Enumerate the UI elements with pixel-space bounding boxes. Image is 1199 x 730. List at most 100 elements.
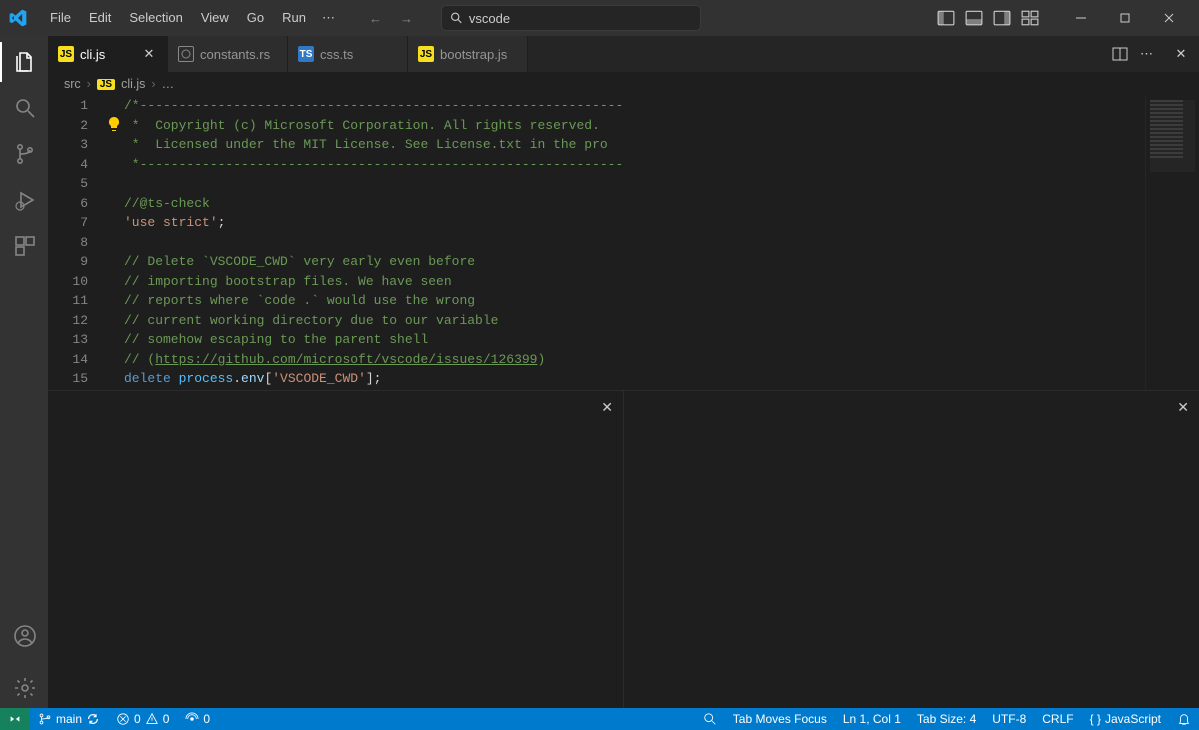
editor-toolbar: ⋯ (1102, 36, 1163, 72)
menu-go[interactable]: Go (239, 6, 272, 30)
code-line[interactable]: // current working directory due to our … (106, 311, 1145, 331)
tab-moves-status[interactable]: Tab Moves Focus (725, 712, 835, 726)
error-icon (116, 712, 130, 726)
tab-bootstrap-js[interactable]: JS bootstrap.js (408, 36, 528, 72)
tab-label: css.ts (320, 47, 353, 62)
layout-sidebar-right-icon[interactable] (993, 9, 1011, 27)
encoding-label: UTF-8 (992, 712, 1026, 726)
nav-forward-button[interactable]: → (396, 9, 417, 28)
activity-explorer[interactable] (0, 42, 48, 82)
chevron-right-icon: › (151, 77, 155, 91)
tab-label: cli.js (80, 47, 105, 62)
code-line[interactable]: //@ts-check (106, 194, 1145, 214)
code-line[interactable]: // (https://github.com/microsoft/vscode/… (106, 350, 1145, 370)
menu-selection[interactable]: Selection (121, 6, 190, 30)
activity-extensions[interactable] (0, 226, 48, 266)
code-area[interactable]: /*--------------------------------------… (106, 96, 1145, 390)
ports-count: 0 (203, 712, 210, 726)
layout-panel-icon[interactable] (965, 9, 983, 27)
extensions-icon (13, 234, 37, 258)
encoding[interactable]: UTF-8 (984, 712, 1034, 726)
git-branch-icon (13, 142, 37, 166)
activity-source-control[interactable] (0, 134, 48, 174)
tab-css-ts[interactable]: TS css.ts (288, 36, 408, 72)
code-line[interactable]: delete process.env['VSCODE_CWD']; (106, 369, 1145, 389)
command-center[interactable] (441, 5, 701, 31)
tab-cli-js[interactable]: JS cli.js ✕ (48, 36, 168, 72)
problems-status[interactable]: 0 0 (108, 708, 177, 730)
nav-back-button[interactable]: ← (365, 9, 386, 28)
tab-size[interactable]: Tab Size: 4 (909, 712, 984, 726)
braces-icon: { } (1090, 712, 1101, 726)
broadcast-icon (185, 712, 199, 726)
menu-edit[interactable]: Edit (81, 6, 119, 30)
feedback-status[interactable] (695, 712, 725, 726)
line-number: 12 (48, 311, 106, 331)
language-mode[interactable]: { } JavaScript (1082, 712, 1169, 726)
ts-file-icon: TS (298, 46, 314, 62)
panel-close-button[interactable]: ✕ (1177, 399, 1189, 416)
minimap[interactable] (1145, 96, 1199, 390)
activity-settings[interactable] (0, 668, 48, 708)
crumb-folder[interactable]: src (64, 77, 81, 91)
activity-debug[interactable] (0, 180, 48, 220)
search-icon (450, 11, 463, 25)
crumb-more[interactable]: … (162, 77, 175, 91)
code-line[interactable]: *---------------------------------------… (106, 155, 1145, 175)
remote-icon (8, 712, 22, 726)
code-line[interactable] (106, 233, 1145, 253)
code-line[interactable]: // Delete `VSCODE_CWD` very early even b… (106, 252, 1145, 272)
code-line[interactable]: // somehow escaping to the parent shell (106, 330, 1145, 350)
search-icon (13, 96, 37, 120)
code-line[interactable]: * Licensed under the MIT License. See Li… (106, 135, 1145, 155)
line-number: 15 (48, 369, 106, 389)
search-input[interactable] (469, 11, 692, 26)
line-number: 8 (48, 233, 106, 253)
menu-overflow[interactable]: ⋯ (316, 6, 341, 30)
minimize-button[interactable] (1059, 0, 1103, 36)
menu-file[interactable]: File (42, 6, 79, 30)
code-line[interactable]: * Copyright (c) Microsoft Corporation. A… (106, 116, 1145, 136)
branch-name: main (56, 712, 82, 726)
ports-status[interactable]: 0 (177, 708, 218, 730)
close-window-button[interactable] (1147, 0, 1191, 36)
tab-constants-rs[interactable]: constants.rs (168, 36, 288, 72)
layout-customize-icon[interactable] (1021, 9, 1039, 27)
menu-run[interactable]: Run (274, 6, 314, 30)
activity-accounts[interactable] (0, 616, 48, 656)
code-editor[interactable]: 123456789101112131415 /*----------------… (48, 96, 1199, 390)
notifications-button[interactable] (1169, 712, 1199, 726)
code-line[interactable]: /*--------------------------------------… (106, 96, 1145, 116)
tab-label: constants.rs (200, 47, 270, 62)
warning-count: 0 (163, 712, 170, 726)
line-number: 3 (48, 135, 106, 155)
language-label: JavaScript (1105, 712, 1161, 726)
breadcrumbs[interactable]: src › JS cli.js › … (48, 72, 1199, 96)
tab-close-button[interactable]: ✕ (141, 46, 157, 62)
panel-area: ✕ ✕ (48, 390, 1199, 708)
menu-view[interactable]: View (193, 6, 237, 30)
line-number: 6 (48, 194, 106, 214)
person-icon (13, 624, 37, 648)
activity-search[interactable] (0, 88, 48, 128)
split-editor-icon[interactable] (1112, 46, 1128, 62)
search-icon (703, 712, 717, 726)
code-line[interactable]: // importing bootstrap files. We have se… (106, 272, 1145, 292)
crumb-file[interactable]: cli.js (121, 77, 145, 91)
more-actions-icon[interactable]: ⋯ (1140, 46, 1153, 62)
line-number: 11 (48, 291, 106, 311)
code-line[interactable]: 'use strict'; (106, 213, 1145, 233)
remote-button[interactable] (0, 708, 30, 730)
eol-label: CRLF (1042, 712, 1073, 726)
lightbulb-icon[interactable] (106, 116, 122, 132)
maximize-button[interactable] (1103, 0, 1147, 36)
cursor-position[interactable]: Ln 1, Col 1 (835, 712, 909, 726)
layout-sidebar-left-icon[interactable] (937, 9, 955, 27)
branch-status[interactable]: main (30, 708, 108, 730)
code-line[interactable]: // reports where `code .` would use the … (106, 291, 1145, 311)
cursor-pos-label: Ln 1, Col 1 (843, 712, 901, 726)
code-line[interactable] (106, 174, 1145, 194)
panel-close-button[interactable]: ✕ (601, 399, 613, 416)
eol[interactable]: CRLF (1034, 712, 1081, 726)
editor-group-close[interactable]: ✕ (1163, 36, 1199, 72)
